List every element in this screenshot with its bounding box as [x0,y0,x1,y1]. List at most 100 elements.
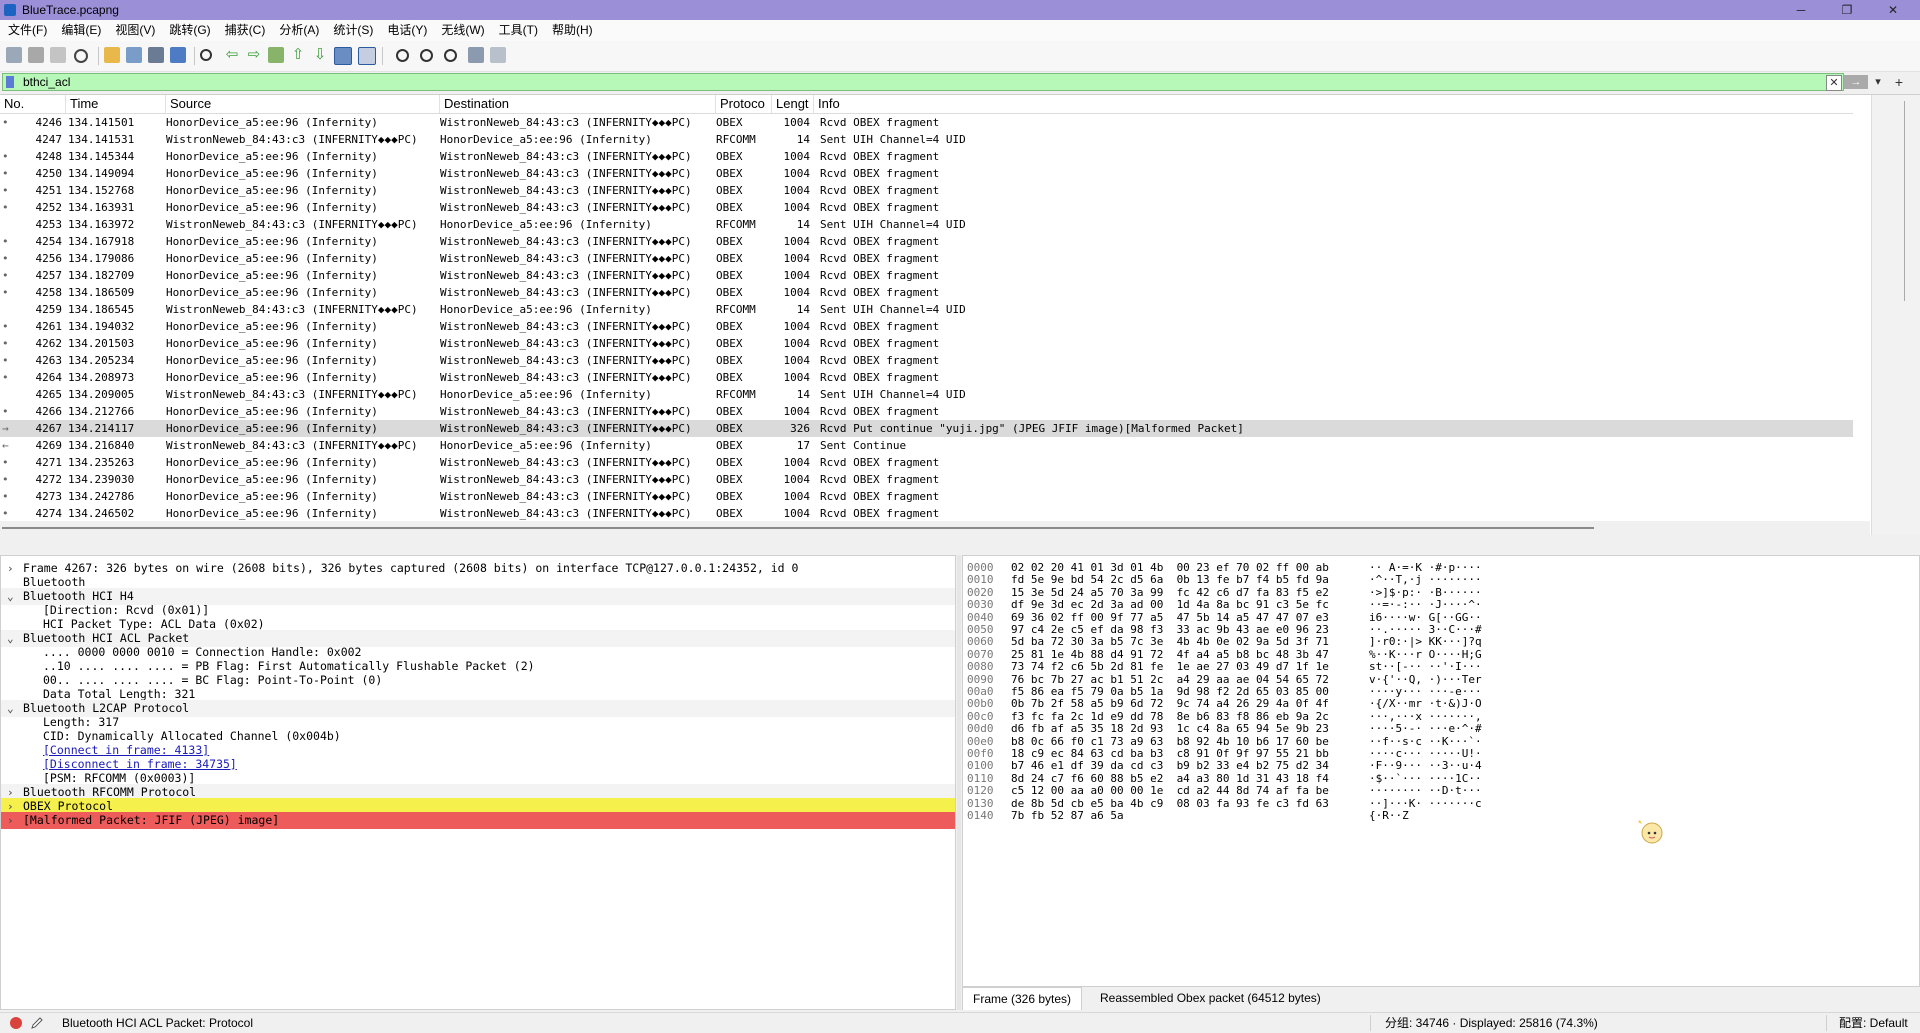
colorize-icon[interactable] [358,47,376,65]
packet-proto: OBEX [716,184,743,197]
tab-reassembled-obex[interactable]: Reassembled Obex packet (64512 bytes) [1090,987,1331,1009]
first-packet-icon[interactable]: ⇧ [290,47,306,63]
clear-filter-icon[interactable]: ✕ [1826,75,1842,91]
minimize-button[interactable]: ─ [1778,0,1824,20]
menu-telephony[interactable]: 电话(Y) [380,20,434,41]
packet-info: Rcvd OBEX fragment [820,337,940,350]
packet-row[interactable]: 4253 134.163972 WistronNeweb_84:43:c3 (INF… [0,216,1870,233]
tab-frame-bytes[interactable]: Frame (326 bytes) [962,987,1083,1010]
column-destination[interactable]: Destination [440,95,716,113]
packet-dst: WistronNeweb_84:43:c3 (INFERNITY◆◆◆PC) [440,456,692,469]
packet-list-hscrollbar[interactable] [0,521,1870,535]
apply-filter-icon[interactable]: → [1844,75,1868,89]
packet-row[interactable]: • 4266 134.212766 HonorDevice_a5:ee:96 (Inf… [0,403,1870,420]
menu-analyze[interactable]: 分析(A) [272,20,326,41]
find-packet-icon[interactable] [200,49,212,61]
column-time[interactable]: Time [66,95,166,113]
normal-size-icon[interactable] [444,49,457,62]
packet-row[interactable]: 4259 134.186545 WistronNeweb_84:43:c3 (INF… [0,301,1870,318]
packet-proto: OBEX [716,201,743,214]
packet-len: 17 [796,439,810,452]
menu-tools[interactable]: 工具(T) [492,20,545,41]
packet-row[interactable]: • 4248 134.145344 HonorDevice_a5:ee:96 (Inf… [0,148,1870,165]
packet-len: 1004 [783,456,811,469]
maximize-button[interactable]: ❐ [1824,0,1870,20]
restart-capture-icon[interactable] [50,47,66,63]
stop-capture-icon[interactable] [28,47,44,63]
packet-info: Rcvd OBEX fragment [820,286,940,299]
close-file-icon[interactable] [148,47,164,63]
status-profile[interactable]: 配置: Default [1826,1015,1908,1031]
capture-options-icon[interactable] [74,49,88,63]
column-source[interactable]: Source [166,95,440,113]
packet-row[interactable]: → 4267 134.214117 HonorDevice_a5:ee:96 (Inf… [0,420,1870,437]
packet-len: 1004 [783,286,811,299]
add-filter-button[interactable]: + [1892,75,1906,89]
menu-capture[interactable]: 捕获(C) [218,20,273,41]
column-length[interactable]: Lengt [772,95,814,113]
packet-len: 1004 [783,507,811,520]
packet-row[interactable]: • 4263 134.205234 HonorDevice_a5:ee:96 (Inf… [0,352,1870,369]
packet-row[interactable]: • 4254 134.167918 HonorDevice_a5:ee:96 (Inf… [0,233,1870,250]
packet-row[interactable]: 4265 134.209005 WistronNeweb_84:43:c3 (INF… [0,386,1870,403]
packet-related-marker: • [2,405,9,418]
packet-row[interactable]: • 4250 134.149094 HonorDevice_a5:ee:96 (Inf… [0,165,1870,182]
packet-no: 4262 [35,337,63,350]
packet-row[interactable]: • 4262 134.201503 HonorDevice_a5:ee:96 (Inf… [0,335,1870,352]
packet-row[interactable]: • 4274 134.246502 HonorDevice_a5:ee:96 (Inf… [0,505,1870,522]
packet-list-scrollbar[interactable] [1871,95,1920,535]
menu-file[interactable]: 文件(F) [1,20,54,41]
bookmark-icon[interactable] [6,76,14,88]
go-forward-icon[interactable]: ⇨ [246,47,262,63]
menu-help[interactable]: 帮助(H) [545,20,600,41]
packet-time: 134.242786 [68,490,135,503]
zoom-out-icon[interactable] [420,49,433,62]
packet-row[interactable]: • 4272 134.239030 HonorDevice_a5:ee:96 (Inf… [0,471,1870,488]
resize-columns-icon[interactable] [468,47,484,63]
packet-row[interactable]: • 4271 134.235263 HonorDevice_a5:ee:96 (Inf… [0,454,1870,471]
packet-row[interactable]: • 4273 134.242786 HonorDevice_a5:ee:96 (Inf… [0,488,1870,505]
packet-row[interactable]: • 4246 134.141501 HonorDevice_a5:ee:96 (Inf… [0,114,1870,131]
zoom-in-icon[interactable] [396,49,409,62]
start-capture-icon[interactable] [6,47,22,63]
expand-arrow-icon[interactable]: › [7,812,17,829]
pane-splitter[interactable] [957,555,961,1010]
last-packet-icon[interactable]: ⇩ [312,47,328,63]
filter-dropdown-icon[interactable]: ▾ [1872,75,1884,89]
packet-row[interactable]: ← 4269 134.216840 WistronNeweb_84:43:c3 (IN… [0,437,1870,454]
go-to-packet-icon[interactable] [268,47,284,63]
display-filter-input[interactable] [2,73,1844,91]
menu-statistics[interactable]: 统计(S) [326,20,380,41]
detail-tree-item[interactable]: › [Malformed Packet: JFIF (JPEG) image] [1,812,955,829]
menu-wireless[interactable]: 无线(W) [434,20,491,41]
packet-row[interactable]: • 4261 134.194032 HonorDevice_a5:ee:96 (Inf… [0,318,1870,335]
close-button[interactable]: ✕ [1870,0,1916,20]
edit-comment-icon[interactable] [30,1016,44,1030]
autoscroll-icon[interactable] [334,47,352,65]
column-no[interactable]: No. [0,95,66,113]
reload-file-icon[interactable] [170,47,186,63]
menu-go[interactable]: 跳转(G) [162,20,217,41]
packet-row[interactable]: • 4256 134.179086 HonorDevice_a5:ee:96 (Inf… [0,250,1870,267]
column-protocol[interactable]: Protoco [716,95,772,113]
go-back-icon[interactable]: ⇦ [224,47,240,63]
save-file-icon[interactable] [126,47,142,63]
menu-edit[interactable]: 编辑(E) [54,20,108,41]
column-info[interactable]: Info [814,95,1870,113]
bytes-row[interactable]: 0140 7b fb 52 87 a6 5a {·R··Z [963,808,1913,823]
packet-minimap[interactable] [1853,95,1871,535]
expert-info-icon[interactable] [10,1017,22,1029]
packet-len: 1004 [783,473,811,486]
open-file-icon[interactable] [104,47,120,63]
packet-proto: OBEX [716,456,743,469]
packet-row[interactable]: • 4258 134.186509 HonorDevice_a5:ee:96 (Inf… [0,284,1870,301]
packet-row[interactable]: • 4252 134.163931 HonorDevice_a5:ee:96 (Inf… [0,199,1870,216]
packet-row[interactable]: • 4257 134.182709 HonorDevice_a5:ee:96 (Inf… [0,267,1870,284]
status-bar: Bluetooth HCI ACL Packet: Protocol 分组: 3… [0,1012,1920,1033]
menu-view[interactable]: 视图(V) [108,20,162,41]
packet-no: 4254 [35,235,63,248]
packet-row[interactable]: 4247 134.141531 WistronNeweb_84:43:c3 (INF… [0,131,1870,148]
packet-row[interactable]: • 4264 134.208973 HonorDevice_a5:ee:96 (Inf… [0,369,1870,386]
layout-icon[interactable] [490,47,506,63]
packet-row[interactable]: • 4251 134.152768 HonorDevice_a5:ee:96 (Inf… [0,182,1870,199]
